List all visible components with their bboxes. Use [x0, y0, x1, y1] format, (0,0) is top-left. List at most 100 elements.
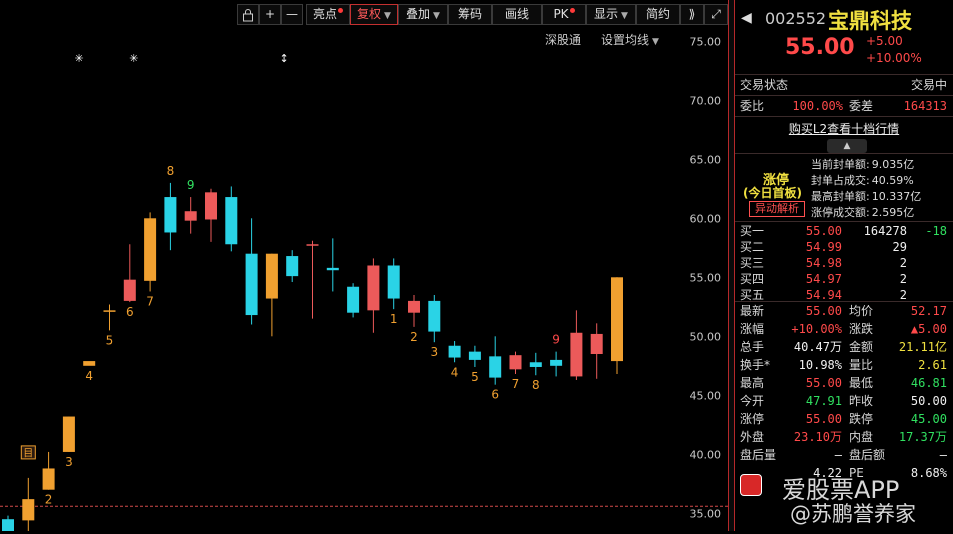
- kline-chart-area[interactable]: 75.00 70.00 65.00 60.00 55.00 50.00 45.00 40.00…: [0, 0, 728, 534]
- zoom-out-button[interactable]: —: [281, 4, 303, 25]
- limit-up-line-value: 2.595亿: [871, 206, 915, 219]
- anomaly-analysis-button[interactable]: 异动解析: [749, 201, 805, 217]
- stat-label: 金额: [849, 340, 874, 354]
- stat-label: 均价: [849, 304, 874, 318]
- limit-up-line-label: 涨停成交额:: [811, 206, 870, 219]
- limit-up-line-label: 封单占成交:: [811, 174, 870, 187]
- limit-up-line-value: 9.035亿: [871, 158, 915, 171]
- stat-value: 17.37万: [898, 430, 947, 444]
- stat-label: 跌停: [849, 412, 874, 426]
- candle-count-label: 9: [187, 178, 195, 192]
- stat-label: 昨收: [849, 394, 874, 408]
- trade-status-value: 交易中: [910, 78, 947, 92]
- simple-mode-button[interactable]: 简约: [636, 4, 680, 25]
- quote-panel: ◀ 002552 宝鼎科技 55.00 +5.00 +10.00% 交易状态 交…: [735, 0, 953, 531]
- limit-up-line: 最高封单额: 10.337亿: [811, 188, 921, 204]
- price-change: +5.00: [866, 34, 903, 48]
- candle-count-label: 7: [146, 294, 154, 308]
- candle-count-label: 7: [512, 377, 520, 391]
- price-change-pct: +10.00%: [866, 51, 922, 65]
- candle-body: [144, 218, 157, 281]
- candle-body: [611, 277, 623, 362]
- candle-count-label: 6: [126, 305, 134, 319]
- candlestick-chart[interactable]: 75.00 70.00 65.00 60.00 55.00 50.00 45.00 40.00…: [0, 0, 728, 534]
- limit-up-line-label: 最高封单额:: [811, 190, 870, 203]
- candle-body: [164, 197, 177, 233]
- candle-body: [347, 286, 360, 313]
- display-button[interactable]: 显示 ▼: [586, 4, 636, 25]
- stat-label: 涨跌: [849, 322, 874, 336]
- watermark-handle: @苏鹏誉养家: [790, 502, 916, 526]
- y-tick-label: 40.00: [690, 448, 722, 461]
- candle-count-label: 5: [471, 370, 479, 384]
- order-diff-label: 委差: [849, 99, 874, 113]
- stat-value: 47.91: [805, 394, 842, 408]
- event-marker: ↕: [279, 52, 288, 65]
- candle-count-label: 9: [552, 333, 560, 347]
- stat-value: 55.00: [805, 412, 842, 426]
- limit-up-line: 当前封单额: 9.035亿: [811, 156, 914, 172]
- stat-label: 总手: [740, 340, 765, 354]
- divider: [735, 153, 953, 154]
- stats-row: 最高 55.00 最低 46.81: [735, 374, 953, 392]
- app-logo-icon: [740, 474, 762, 496]
- stat-label: 盘后量: [740, 448, 777, 462]
- chips-button[interactable]: 筹码: [448, 4, 492, 25]
- adjust-rights-button[interactable]: 复权 ▼: [350, 4, 398, 25]
- stat-value: 55.00: [805, 304, 842, 318]
- candle-body: [123, 279, 136, 301]
- buy-l2-link[interactable]: 购买L2查看十档行情: [735, 120, 953, 137]
- stat-label: 换手*: [740, 358, 771, 372]
- ma-settings-link[interactable]: 设置均线 ▼: [601, 31, 659, 48]
- overlay-button[interactable]: 叠加 ▼: [398, 4, 448, 25]
- first-board-tag: (今日首板): [743, 186, 802, 200]
- display-label: 显示: [594, 7, 619, 21]
- expand-icon[interactable]: ⟫: [680, 4, 704, 25]
- candle-count-label: 5: [106, 333, 114, 347]
- limit-up-line: 封单占成交: 40.59%: [811, 172, 914, 188]
- stat-value: 45.00: [910, 412, 947, 426]
- stats-row: 盘后量 — 盘后额 —: [735, 446, 953, 464]
- stats-row: 涨幅 +10.00% 涨跌 ▲5.00: [735, 320, 953, 338]
- highlight-label: 亮点: [312, 7, 337, 21]
- stock-name: 宝鼎科技: [828, 9, 912, 33]
- draw-line-button[interactable]: 画线: [492, 4, 542, 25]
- current-price: 55.00: [785, 35, 855, 60]
- stat-value: ▲5.00: [910, 322, 947, 336]
- panel-divider[interactable]: [728, 0, 735, 531]
- lock-icon[interactable]: [237, 4, 259, 25]
- fullscreen-icon[interactable]: ⤢: [704, 4, 728, 25]
- candle-count-label: 6: [491, 388, 499, 402]
- highlight-button[interactable]: 亮点: [306, 4, 350, 25]
- y-tick-label: 50.00: [690, 330, 722, 343]
- y-tick-label: 55.00: [690, 271, 722, 284]
- event-marker: ✳: [129, 52, 138, 65]
- candle-body: [184, 211, 197, 221]
- order-ratio-label: 委比: [740, 99, 765, 113]
- candle-body: [590, 333, 603, 354]
- stats-row: 换手* 10.98% 量比 2.61: [735, 356, 953, 374]
- candle-count-label: 1: [390, 312, 398, 326]
- y-tick-label: 65.00: [690, 153, 722, 166]
- stat-value: 55.00: [805, 376, 842, 390]
- shenzhen-connect-link[interactable]: 深股通: [545, 31, 581, 48]
- candle-body: [103, 310, 116, 312]
- stat-value: +10.00%: [791, 322, 842, 336]
- divider: [735, 95, 953, 96]
- trade-status-row: 交易状态 交易中: [735, 76, 953, 94]
- badge-label: 目: [23, 448, 33, 459]
- stock-code: 002552: [765, 9, 827, 28]
- pk-button[interactable]: PK: [542, 4, 586, 25]
- stat-label: 内盘: [849, 430, 874, 444]
- collapse-icon[interactable]: ▲: [827, 139, 867, 153]
- limit-up-line-label: 当前封单额:: [811, 158, 870, 171]
- candle-body: [529, 362, 542, 367]
- stat-label: 涨幅: [740, 322, 765, 336]
- stat-label: 最高: [740, 376, 765, 390]
- candle-body: [550, 359, 563, 366]
- candle-body: [205, 192, 217, 220]
- stat-label: 外盘: [740, 430, 765, 444]
- candle-body: [570, 332, 583, 377]
- zoom-in-button[interactable]: +: [259, 4, 281, 25]
- menu-arrow-icon[interactable]: ◀: [741, 10, 752, 26]
